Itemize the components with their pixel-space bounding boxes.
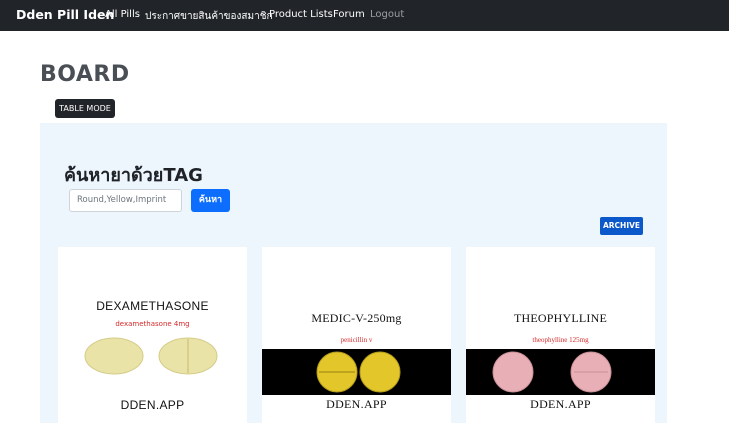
brand-logo[interactable]: Dden Pill Iden	[16, 7, 114, 22]
tag-search-input[interactable]: Round,Yellow,Imprint	[69, 189, 182, 212]
pill-image	[466, 349, 655, 395]
nav-product-lists[interactable]: Product Lists	[269, 9, 333, 20]
pill-name: DEXAMETHASONE	[96, 299, 209, 313]
table-mode-button[interactable]: TABLE MODE	[55, 99, 115, 118]
archive-button[interactable]: ARCHIVE	[600, 217, 643, 235]
pill-card[interactable]: THEOPHYLLINE theophylline 125mg DDEN.APP	[466, 247, 655, 423]
card-footer: DDEN.APP	[326, 397, 387, 411]
search-title: ค้นหายาด้วยTAG	[64, 165, 203, 186]
pill-name: MEDIC-V-250mg	[311, 311, 402, 325]
nav-logout[interactable]: Logout	[370, 9, 404, 20]
pill-card[interactable]: MEDIC-V-250mg penicillin v DDEN.APP	[262, 247, 451, 423]
pill-image	[262, 349, 451, 395]
pill-subtitle: penicillin v	[340, 336, 373, 344]
pill-subtitle: theophylline 125mg	[532, 336, 589, 344]
nav-all-pills[interactable]: All Pills	[105, 9, 140, 20]
pill-image	[84, 337, 218, 375]
pill-subtitle: dexamethasone 4mg	[115, 320, 190, 328]
top-navbar: Dden Pill Iden All Pills ประกาศขายสินค้า…	[0, 0, 729, 31]
pill-name: THEOPHYLLINE	[513, 311, 608, 325]
pill-card[interactable]: DEXAMETHASONE dexamethasone 4mg DDEN.APP	[58, 247, 247, 423]
card-footer: DDEN.APP	[530, 397, 591, 411]
card-footer: DDEN.APP	[120, 398, 185, 412]
search-button[interactable]: ค้นหา	[191, 189, 230, 212]
page-title: BOARD	[40, 62, 130, 87]
nav-member-sales[interactable]: ประกาศขายสินค้าของสมาชิก	[145, 9, 273, 24]
nav-forum[interactable]: Forum	[333, 9, 365, 20]
